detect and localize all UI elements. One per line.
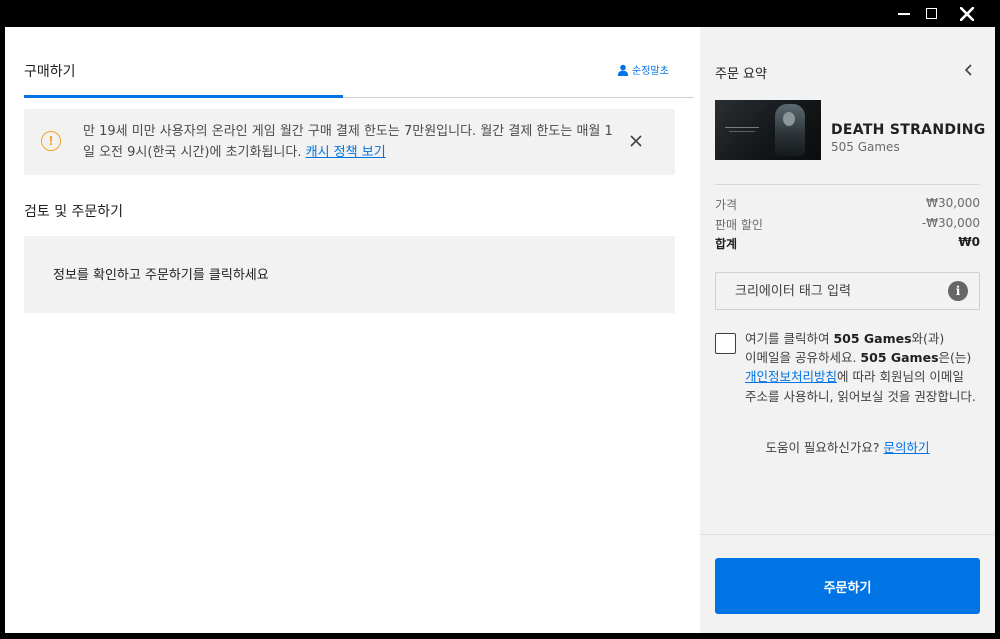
title-bar bbox=[0, 0, 1000, 27]
notice-close-button[interactable] bbox=[628, 133, 644, 149]
maximize-button[interactable] bbox=[913, 0, 949, 27]
review-info-box: 정보를 확인하고 주문하기를 클릭하세요 bbox=[24, 236, 675, 313]
close-icon bbox=[960, 6, 974, 21]
info-icon[interactable]: i bbox=[948, 281, 968, 301]
tab-active-indicator bbox=[24, 95, 343, 98]
sign-out-label: 순정말초 bbox=[632, 66, 669, 77]
game-publisher: 505 Games bbox=[831, 140, 900, 154]
tab-purchase[interactable]: 구매하기 bbox=[24, 61, 76, 81]
minimize-icon bbox=[898, 12, 910, 15]
notice-text: 만 19세 미만 사용자의 온라인 게임 월간 구매 결제 한도는 7만원입니다… bbox=[83, 121, 613, 163]
cash-policy-link[interactable]: 캐시 정책 보기 bbox=[306, 145, 386, 160]
discount-value: -₩30,000 bbox=[921, 216, 980, 230]
order-summary-panel: 주문 요약 DEATH STRANDING 505 Games 가격 ₩30,0… bbox=[700, 27, 995, 633]
checkout-main-panel: 구매하기 순정말초 ! 만 19세 미만 사용자의 온라인 게임 월간 구매 결… bbox=[5, 27, 700, 633]
discount-row: 판매 할인 -₩30,000 bbox=[715, 216, 980, 233]
consent-publisher-name: 505 Games bbox=[860, 350, 939, 366]
email-consent-checkbox[interactable] bbox=[715, 333, 736, 354]
price-label: 가격 bbox=[715, 198, 738, 212]
chevron-left-icon bbox=[964, 64, 972, 76]
consent-publisher-name: 505 Games bbox=[833, 331, 912, 346]
total-row: 합계 ₩0 bbox=[715, 235, 980, 252]
review-section-title: 검토 및 주문하기 bbox=[24, 204, 124, 220]
summary-divider bbox=[715, 184, 980, 185]
order-summary-title: 주문 요약 bbox=[715, 67, 767, 82]
email-consent-text: 여기를 클릭하여 505 Games와(과) 이메일을 공유하세요. 505 G… bbox=[745, 329, 977, 406]
checkout-window: 구매하기 순정말초 ! 만 19세 미만 사용자의 온라인 게임 월간 구매 결… bbox=[5, 27, 995, 633]
help-question: 도움이 필요하신가요? bbox=[765, 440, 884, 455]
warning-circle-icon: ! bbox=[41, 131, 61, 151]
maximize-icon bbox=[925, 8, 937, 19]
game-title: DEATH STRANDING bbox=[831, 122, 986, 138]
privacy-policy-link[interactable]: 개인정보처리방침 bbox=[745, 369, 837, 384]
creator-tag-input[interactable] bbox=[715, 272, 980, 310]
thumbnail-logo-mark bbox=[725, 127, 759, 128]
total-label: 합계 bbox=[715, 237, 738, 251]
discount-label: 판매 할인 bbox=[715, 218, 763, 232]
footer-divider bbox=[700, 534, 995, 535]
collapse-summary-button[interactable] bbox=[960, 60, 978, 80]
help-text: 도움이 필요하신가요? 문의하기 bbox=[715, 437, 980, 456]
price-row: 가격 ₩30,000 bbox=[715, 196, 980, 213]
review-info-message: 정보를 확인하고 주문하기를 클릭하세요 bbox=[53, 268, 269, 283]
game-thumbnail bbox=[715, 100, 821, 160]
thumbnail-logo-mark-2 bbox=[729, 131, 755, 132]
consent-text-part: 은(는) bbox=[938, 350, 972, 366]
sign-out-link[interactable]: 순정말초 bbox=[617, 62, 669, 77]
place-order-button[interactable]: 주문하기 bbox=[715, 558, 980, 614]
consent-text-part: 여기를 클릭하여 bbox=[745, 331, 834, 346]
user-icon bbox=[617, 64, 629, 76]
total-value: ₩0 bbox=[958, 235, 980, 249]
price-value: ₩30,000 bbox=[926, 196, 980, 210]
close-window-button[interactable] bbox=[949, 0, 985, 27]
thumbnail-face bbox=[783, 112, 795, 126]
close-icon bbox=[630, 135, 642, 147]
contact-link[interactable]: 문의하기 bbox=[884, 440, 930, 455]
payment-limit-notice: ! 만 19세 미만 사용자의 온라인 게임 월간 구매 결제 한도는 7만원입… bbox=[24, 109, 675, 175]
